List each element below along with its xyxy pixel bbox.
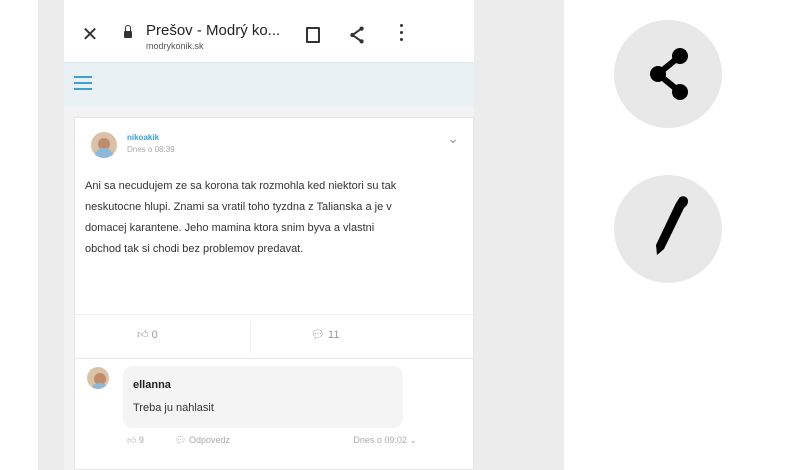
thumbs-up-icon: 👍︎: [137, 329, 149, 341]
phone-screen: ✕ Prešov - Modrý ko... modrykonik.sk nik…: [64, 0, 474, 470]
chevron-down-icon[interactable]: ⌄: [447, 130, 459, 147]
reply-respond-label: Odpovedz: [188, 435, 230, 445]
browser-toolbar: ✕ Prešov - Modrý ko... modrykonik.sk: [64, 10, 474, 62]
reply-timestamp-text: Dnes o 09:02: [353, 435, 407, 445]
page-url: modrykonik.sk: [146, 41, 204, 51]
share-icon[interactable]: [346, 24, 368, 46]
phone-screenshot: ✕ Prešov - Modrý ko... modrykonik.sk nik…: [38, 0, 564, 470]
reply-respond-button[interactable]: 💬︎ Odpovedz: [175, 435, 230, 446]
comment-icon: 💬︎: [311, 329, 325, 341]
reply-username[interactable]: ellanna: [133, 379, 171, 391]
reply-text: Treba ju nahlasit: [133, 402, 214, 414]
avatar[interactable]: [87, 367, 109, 389]
page-title: Prešov - Modrý ko...: [146, 22, 281, 39]
site-nav-bar: [64, 62, 474, 107]
reply-comment: ellanna Treba ju nahlasit 👍︎ 9 💬︎ Odpove…: [74, 359, 474, 470]
reply-bubble: ellanna Treba ju nahlasit: [123, 366, 403, 428]
forum-post: nikoakik Dnes o 08:39 ⌄ Ani sa necudujem…: [74, 117, 474, 359]
post-body: Ani sa necudujem ze sa korona tak rozmoh…: [85, 180, 397, 255]
comment-icon: 💬︎: [175, 435, 187, 445]
more-options-icon[interactable]: [396, 24, 406, 45]
reply-timestamp: Dnes o 09:02 ⌄: [353, 435, 417, 446]
share-icon: [650, 48, 688, 100]
share-button[interactable]: [614, 20, 722, 128]
post-actions: 👍︎ 0 💬︎ 11: [75, 314, 473, 358]
comment-count: 11: [328, 329, 340, 341]
bookmark-icon[interactable]: [306, 27, 320, 43]
lock-icon: [124, 25, 132, 39]
reply-like-button[interactable]: 👍︎ 9: [127, 435, 144, 446]
comments-button[interactable]: 💬︎ 11: [311, 328, 339, 341]
side-actions-panel: [564, 0, 807, 470]
close-icon[interactable]: ✕: [80, 25, 100, 45]
stage: ✕ Prešov - Modrý ko... modrykonik.sk nik…: [0, 0, 807, 470]
chevron-down-icon[interactable]: ⌄: [409, 435, 417, 445]
pencil-icon: [656, 196, 688, 255]
post-timestamp: Dnes o 08:39: [127, 145, 175, 154]
like-count: 0: [151, 329, 158, 341]
status-bar: [64, 0, 474, 10]
post-username[interactable]: nikoakik: [127, 133, 159, 142]
like-button[interactable]: 👍︎ 0: [137, 328, 158, 341]
thumbs-up-icon: 👍︎: [127, 435, 137, 445]
reply-like-count: 9: [138, 435, 144, 445]
edit-button[interactable]: [614, 175, 722, 283]
avatar[interactable]: [91, 132, 117, 158]
hamburger-menu-icon[interactable]: [74, 76, 92, 94]
